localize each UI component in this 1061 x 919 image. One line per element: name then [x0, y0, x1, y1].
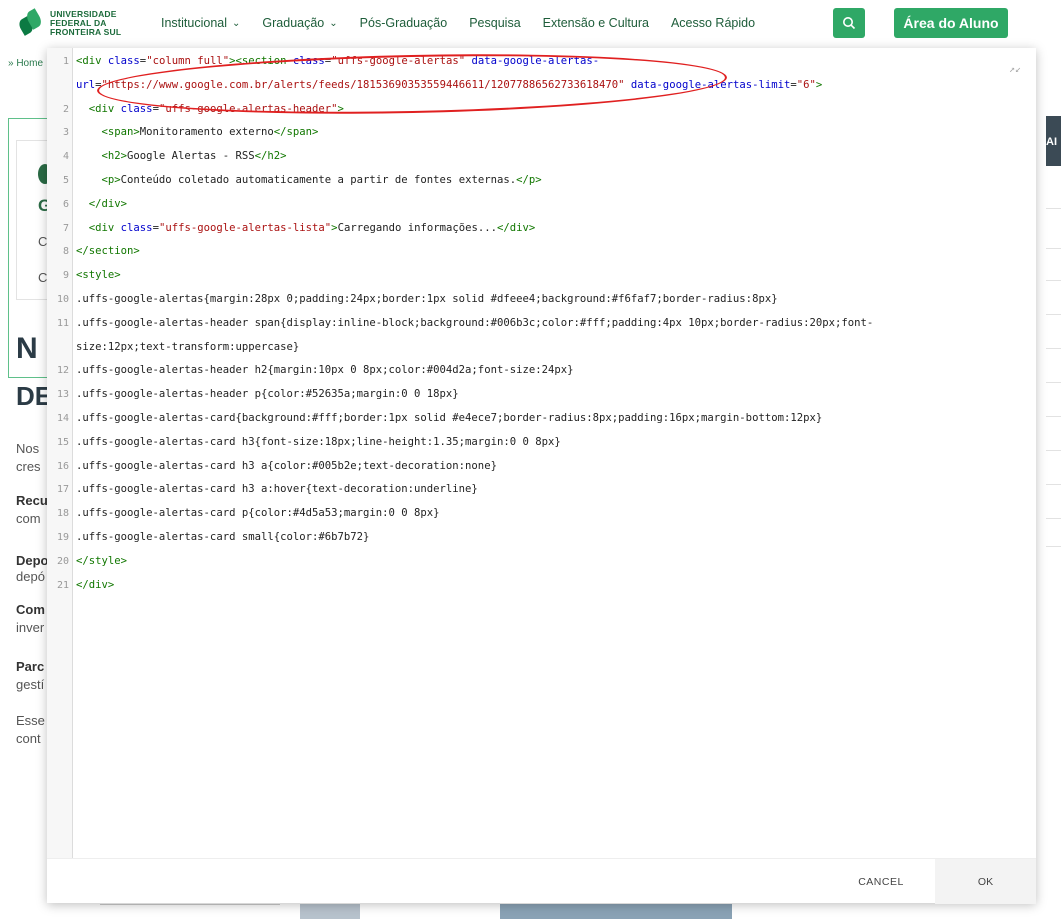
code-text: .uffs-google-alertas-card h3 a{color:#00…	[76, 459, 497, 472]
divider	[1046, 382, 1061, 383]
code-text: </div>	[76, 578, 115, 591]
paragraph-fragment: Nos	[16, 441, 40, 456]
nav-item-institucional[interactable]: Institucional ⌄	[161, 16, 240, 30]
line-number: 10	[56, 294, 69, 305]
site-header: UNIVERSIDADE FEDERAL DA FRONTEIRA SUL In…	[0, 0, 1061, 48]
line-number: 7	[62, 222, 69, 234]
bold-fragment: Parc	[16, 659, 45, 674]
code-text: </section>	[76, 245, 140, 258]
line-number: 19	[56, 532, 69, 543]
paragraph-fragment: cont	[16, 731, 41, 746]
code-text: .uffs-google-alertas-header h2{margin:10…	[76, 364, 574, 377]
code-text: <p>Conteúdo coletado automaticamente a p…	[101, 174, 542, 186]
line-number: 11	[56, 317, 69, 329]
modal-footer: CANCEL OK	[47, 858, 1036, 904]
line-number: 2	[62, 103, 69, 115]
decorative-lines	[100, 904, 280, 919]
line-number: 14	[56, 413, 69, 424]
paragraph-fragment: cres	[16, 459, 41, 474]
bold-fragment: Depo	[16, 553, 49, 568]
card-text-fragment: C	[38, 234, 48, 249]
line-number: 4	[62, 151, 69, 163]
html-source-modal: 1 <div class="column full"><section class…	[47, 48, 1036, 904]
nav-item-graduacao[interactable]: Graduação ⌄	[262, 16, 337, 30]
divider	[1046, 484, 1061, 485]
heading-fragment: N	[16, 332, 38, 365]
uffs-logo[interactable]: UNIVERSIDADE FEDERAL DA FRONTEIRA SUL	[16, 8, 122, 38]
side-panel-header: AI	[1046, 116, 1061, 166]
divider	[1046, 208, 1061, 209]
campus-photo	[500, 904, 732, 919]
line-number: 18	[56, 508, 69, 520]
line-number: 13	[56, 389, 69, 401]
divider	[1046, 348, 1061, 349]
divider	[1046, 450, 1061, 451]
paragraph-fragment: depó	[16, 569, 45, 584]
line-number: 6	[62, 198, 69, 210]
paragraph-fragment: com	[16, 511, 41, 526]
campus-photo	[300, 904, 360, 919]
code-text: .uffs-google-alertas-header span{display…	[76, 316, 874, 329]
line-number: 17	[56, 484, 69, 496]
ok-button[interactable]: OK	[935, 859, 1036, 904]
search-icon	[843, 17, 856, 30]
line-number: 8	[62, 246, 69, 258]
chevron-down-icon: ⌄	[232, 17, 241, 29]
code-text: .uffs-google-alertas-card small{color:#6…	[76, 531, 370, 543]
paragraph-fragment: inver	[16, 620, 45, 635]
code-text: .uffs-google-alertas-card p{color:#4d5a5…	[76, 507, 440, 520]
expand-icon[interactable]: ↗↙	[1009, 64, 1021, 75]
code-text: .uffs-google-alertas-header p{color:#526…	[76, 388, 459, 401]
chevron-down-icon: ⌄	[329, 17, 338, 29]
logo-text: UNIVERSIDADE FEDERAL DA FRONTEIRA SUL	[50, 8, 122, 37]
search-button[interactable]	[833, 8, 865, 38]
divider	[1046, 416, 1061, 417]
code-text: <style>	[76, 269, 121, 282]
divider	[1046, 546, 1061, 547]
nav-item-acesso-rapido[interactable]: Acesso Rápido	[671, 16, 755, 30]
line-number: 12	[56, 365, 69, 377]
code-text: .uffs-google-alertas-card h3 a:hover{tex…	[76, 483, 478, 496]
line-number: 9	[62, 270, 69, 282]
line-number: 5	[62, 175, 69, 186]
divider	[1046, 518, 1061, 519]
code-text: <div class="uffs-google-alertas-lista">C…	[88, 221, 536, 234]
code-text: <h2>Google Alertas - RSS</h2>	[101, 150, 287, 163]
main-nav: Institucional ⌄ Graduação ⌄ Pós-Graduação …	[161, 16, 777, 30]
line-number: 20	[56, 555, 69, 567]
code-text: .uffs-google-alertas{margin:28px 0;paddi…	[76, 293, 778, 305]
divider	[1046, 314, 1061, 315]
bold-fragment: Recu	[16, 493, 48, 508]
code-text: <span>Monitoramento externo</span>	[101, 126, 319, 139]
paragraph-fragment: Esse	[16, 713, 45, 728]
code-text: </div>	[88, 197, 128, 210]
code-text: .uffs-google-alertas-card h3{font-size:1…	[76, 435, 561, 448]
nav-item-pesquisa[interactable]: Pesquisa	[469, 16, 520, 30]
code-text: .uffs-google-alertas-card{background:#ff…	[76, 412, 823, 424]
line-number: 3	[62, 127, 69, 139]
divider	[1046, 280, 1061, 281]
line-number: 21	[56, 579, 69, 591]
cancel-button[interactable]: CANCEL	[833, 859, 929, 904]
bold-fragment: Com	[16, 602, 45, 617]
code-text: </style>	[76, 554, 128, 567]
nav-item-pos-graduacao[interactable]: Pós-Graduação	[360, 16, 448, 30]
paragraph-fragment: gestí	[16, 677, 45, 692]
student-area-button[interactable]: Área do Aluno	[894, 8, 1008, 38]
divider	[1046, 248, 1061, 249]
card-text-fragment: C	[38, 270, 48, 285]
line-number: 15	[56, 436, 69, 448]
breadcrumb[interactable]: » Home	[8, 58, 43, 69]
logo-leaf-icon	[16, 8, 44, 38]
code-editor[interactable]: 1 <div class="column full"><section class…	[47, 48, 1036, 858]
nav-item-extensao-cultura[interactable]: Extensão e Cultura	[543, 16, 649, 30]
line-number: 1	[62, 56, 69, 67]
code-text: size:12px;text-transform:uppercase}	[76, 340, 300, 353]
line-number: 16	[56, 460, 69, 472]
